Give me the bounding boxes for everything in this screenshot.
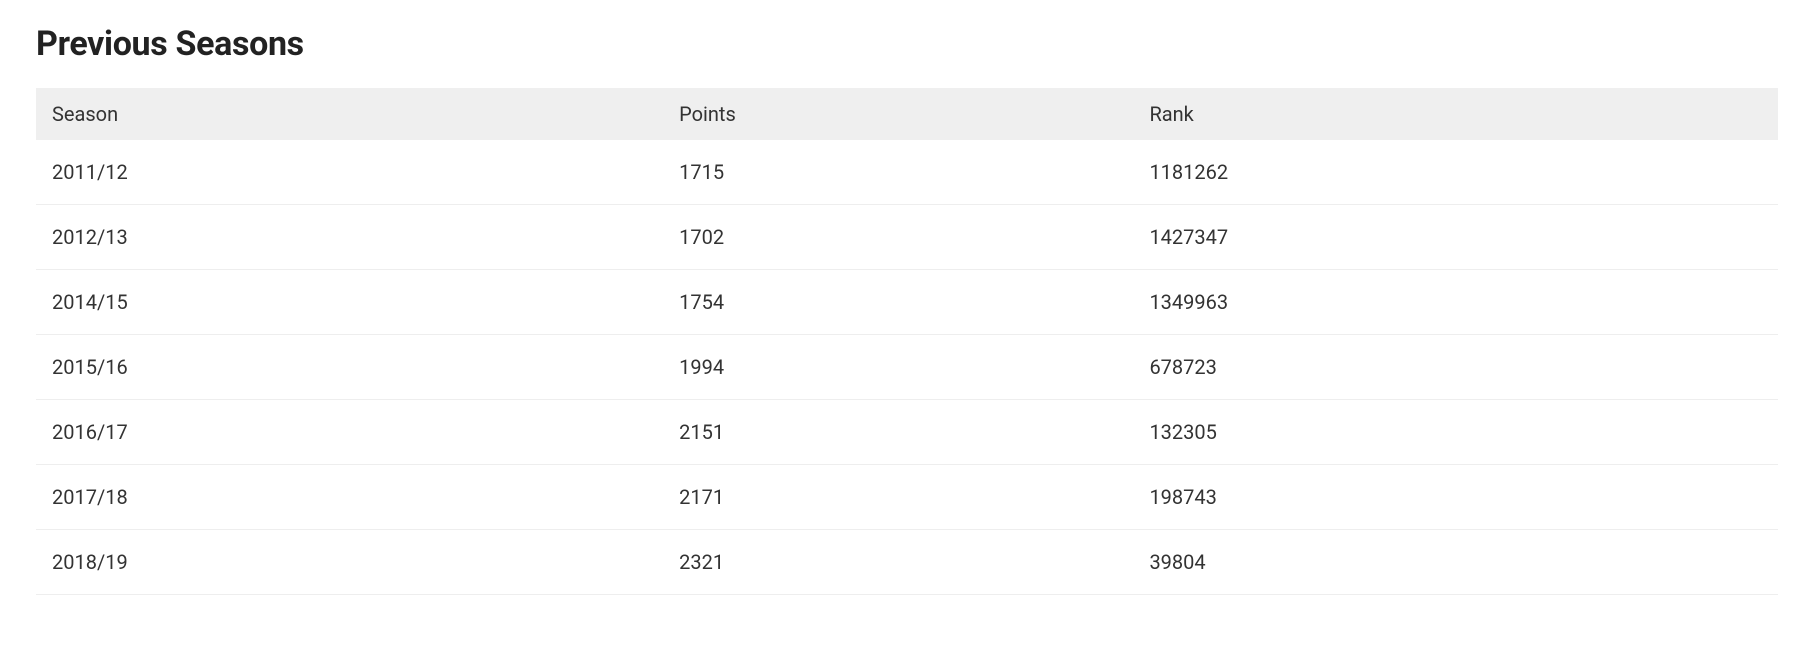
cell-points: 1702 bbox=[663, 205, 1133, 270]
cell-rank: 1427347 bbox=[1133, 205, 1778, 270]
table-row: 2017/182171198743 bbox=[36, 465, 1778, 530]
table-row: 2015/161994678723 bbox=[36, 335, 1778, 400]
header-season: Season bbox=[36, 88, 663, 140]
cell-season: 2014/15 bbox=[36, 270, 663, 335]
table-row: 2018/19232139804 bbox=[36, 530, 1778, 595]
cell-rank: 1349963 bbox=[1133, 270, 1778, 335]
cell-rank: 132305 bbox=[1133, 400, 1778, 465]
table-row: 2014/1517541349963 bbox=[36, 270, 1778, 335]
table-row: 2011/1217151181262 bbox=[36, 140, 1778, 205]
cell-rank: 39804 bbox=[1133, 530, 1778, 595]
cell-season: 2016/17 bbox=[36, 400, 663, 465]
cell-points: 1715 bbox=[663, 140, 1133, 205]
cell-points: 1994 bbox=[663, 335, 1133, 400]
cell-season: 2015/16 bbox=[36, 335, 663, 400]
cell-points: 2321 bbox=[663, 530, 1133, 595]
table-row: 2016/172151132305 bbox=[36, 400, 1778, 465]
cell-rank: 678723 bbox=[1133, 335, 1778, 400]
table-header-row: Season Points Rank bbox=[36, 88, 1778, 140]
header-points: Points bbox=[663, 88, 1133, 140]
cell-season: 2017/18 bbox=[36, 465, 663, 530]
cell-season: 2018/19 bbox=[36, 530, 663, 595]
cell-points: 2151 bbox=[663, 400, 1133, 465]
cell-rank: 1181262 bbox=[1133, 140, 1778, 205]
cell-points: 2171 bbox=[663, 465, 1133, 530]
table-row: 2012/1317021427347 bbox=[36, 205, 1778, 270]
section-title: Previous Seasons bbox=[36, 24, 1778, 64]
previous-seasons-table: Season Points Rank 2011/1217151181262201… bbox=[36, 88, 1778, 595]
cell-rank: 198743 bbox=[1133, 465, 1778, 530]
header-rank: Rank bbox=[1133, 88, 1778, 140]
cell-season: 2012/13 bbox=[36, 205, 663, 270]
cell-points: 1754 bbox=[663, 270, 1133, 335]
cell-season: 2011/12 bbox=[36, 140, 663, 205]
